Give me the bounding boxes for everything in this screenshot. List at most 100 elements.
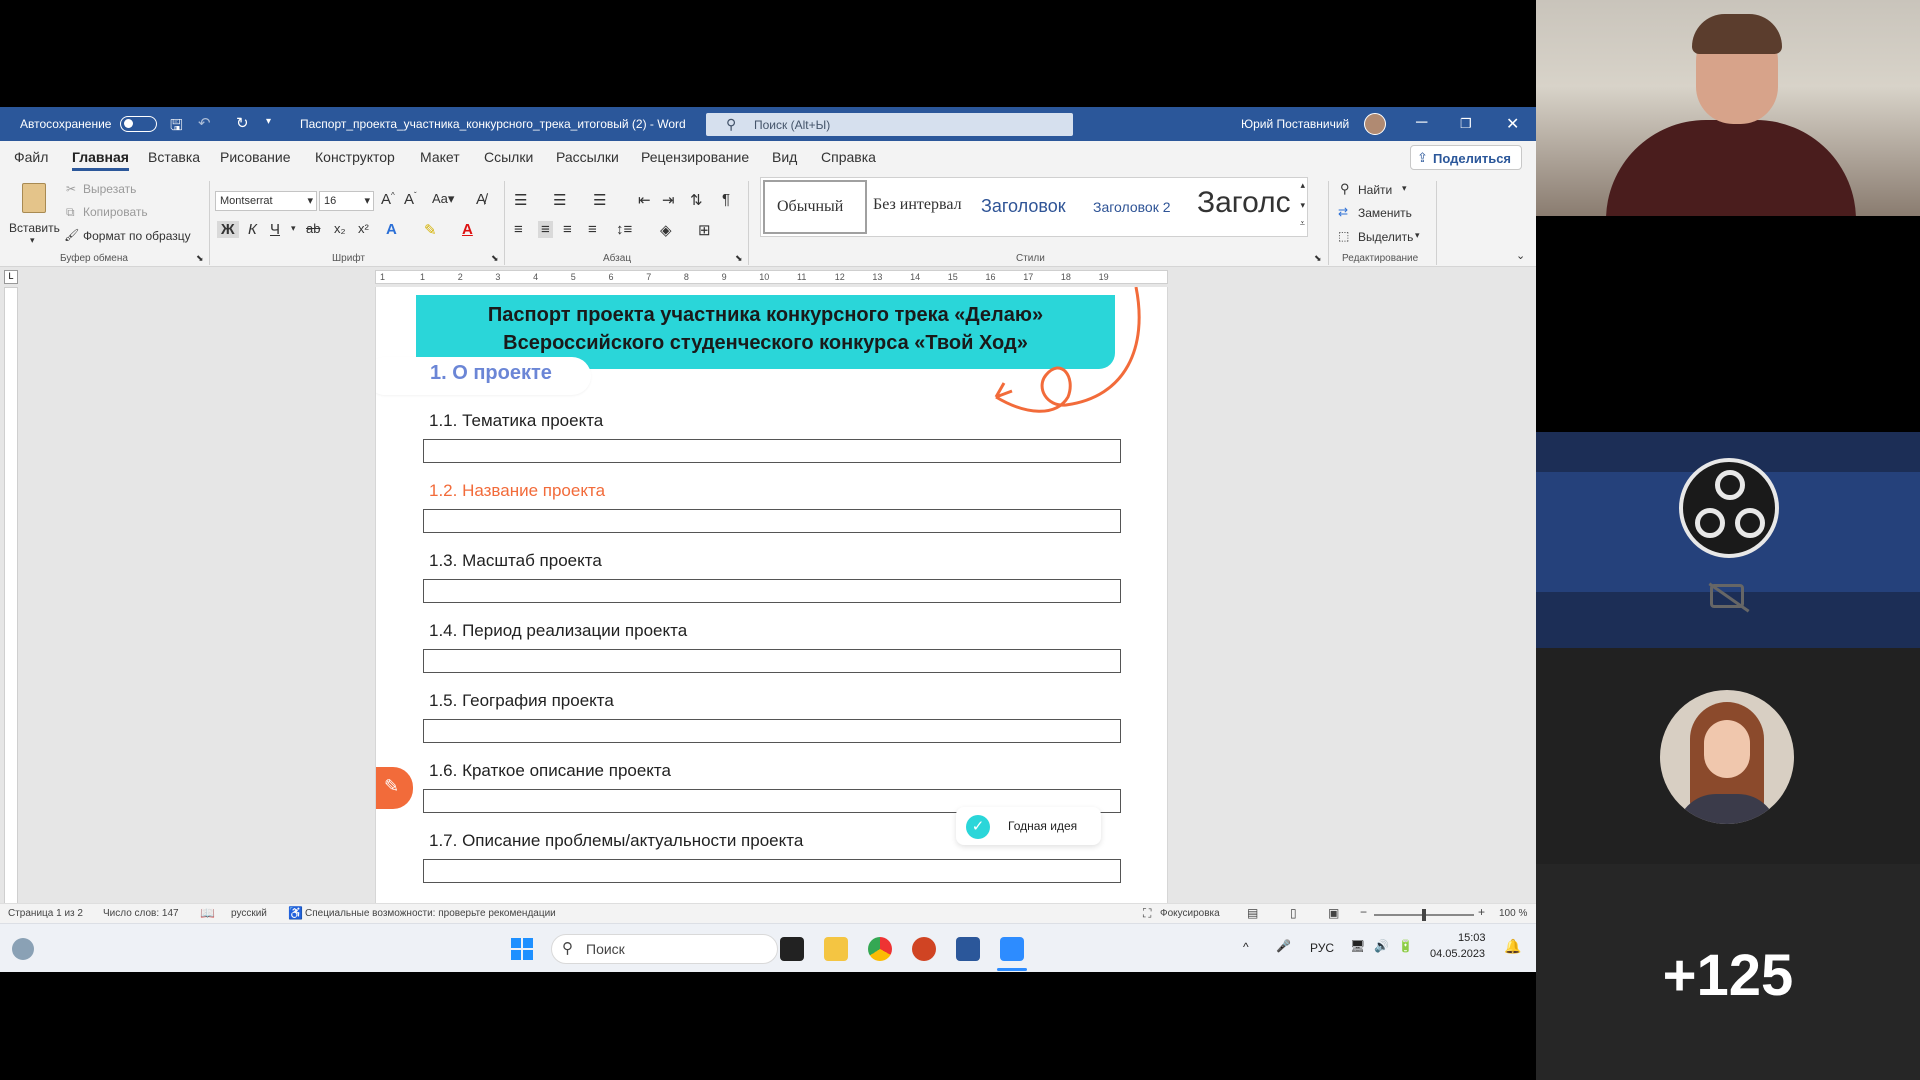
page-count[interactable]: Страница 1 из 2 [8, 908, 83, 919]
print-layout-icon[interactable]: ▯ [1290, 906, 1297, 920]
windows-start-icon[interactable] [511, 938, 533, 960]
focus-mode[interactable]: Фокусировка [1160, 908, 1220, 919]
style-no-spacing[interactable]: Без интервал [873, 196, 969, 214]
chevron-down-icon[interactable]: ▾ [291, 223, 296, 234]
dialog-launcher-icon[interactable]: ⬊ [1314, 253, 1322, 264]
find-icon[interactable]: ⚲ [1340, 181, 1350, 197]
redo-icon[interactable]: ↻ [236, 114, 249, 132]
collapse-ribbon-icon[interactable]: ⌄ [1516, 249, 1525, 262]
change-case-icon[interactable]: Aa▾ [432, 191, 454, 207]
decrease-indent-icon[interactable]: ⇤ [638, 191, 651, 209]
multilevel-list-icon[interactable]: ☰ [593, 191, 606, 209]
zoom-out-icon[interactable]: − [1360, 905, 1367, 919]
superscript-icon[interactable]: x² [358, 221, 369, 236]
share-button[interactable]: ⇪ Поделиться [1410, 145, 1522, 170]
shrink-font-icon[interactable]: Aˇ [404, 191, 417, 208]
vertical-ruler[interactable] [4, 287, 18, 912]
style-heading-1[interactable]: Заголовок [981, 196, 1066, 217]
item-theme-field[interactable] [423, 439, 1121, 463]
focus-icon[interactable]: ⛶ [1143, 906, 1151, 921]
paste-button[interactable]: Вставить ▾ [9, 179, 60, 249]
undo-icon[interactable]: ↶ [198, 114, 211, 132]
edit-marker[interactable]: ✎ [376, 767, 413, 809]
tray-chevron-icon[interactable]: ^ [1243, 940, 1249, 954]
bold-icon[interactable]: Ж [217, 221, 239, 238]
item-problem-field[interactable] [423, 859, 1121, 883]
style-title[interactable]: Заголс [1197, 186, 1293, 220]
bullets-icon[interactable]: ☰ [514, 191, 527, 209]
accessibility-status[interactable]: Специальные возможности: проверьте реком… [305, 908, 556, 919]
align-right-icon[interactable]: ≡ [563, 221, 572, 238]
clear-formatting-icon[interactable]: A̸ [476, 191, 486, 208]
file-explorer-icon[interactable] [824, 937, 848, 961]
strikethrough-icon[interactable]: ab [306, 221, 320, 236]
powerpoint-icon[interactable] [912, 937, 936, 961]
dialog-launcher-icon[interactable]: ⬊ [491, 253, 499, 264]
item-name-field[interactable] [423, 509, 1121, 533]
increase-indent-icon[interactable]: ⇥ [662, 191, 675, 209]
shading-icon[interactable]: ◈ [660, 221, 672, 239]
zoom-slider[interactable] [1374, 909, 1474, 921]
numbering-icon[interactable]: ☰ [553, 191, 566, 209]
line-spacing-icon[interactable]: ↕≡ [616, 221, 632, 238]
minimize-icon[interactable]: ─ [1416, 114, 1427, 132]
zoom-in-icon[interactable]: + [1478, 905, 1485, 919]
zoom-app-icon[interactable] [1000, 937, 1024, 961]
tab-review[interactable]: Рецензирование [641, 149, 749, 165]
cut-icon[interactable]: ✂ [66, 182, 76, 196]
tab-mailings[interactable]: Рассылки [556, 149, 619, 165]
participant-tile-female[interactable] [1536, 648, 1920, 864]
search-box[interactable]: ⚲ Поиск (Alt+Ы) [706, 113, 1073, 136]
tab-references[interactable]: Ссылки [484, 149, 533, 165]
microphone-icon[interactable]: 🎤 [1276, 939, 1291, 953]
grow-font-icon[interactable]: A^ [381, 191, 395, 208]
input-language[interactable]: РУС [1310, 941, 1334, 955]
horizontal-ruler[interactable]: 1 1 2 3 4 5 6 7 8 9 10 11 12 13 14 15 16 17 18 19 [375, 270, 1168, 284]
weather-icon[interactable] [12, 938, 34, 960]
tab-view[interactable]: Вид [772, 149, 797, 165]
pilcrow-icon[interactable]: ¶ [722, 191, 730, 208]
tab-design[interactable]: Конструктор [315, 149, 395, 165]
copy-button[interactable]: Копировать [83, 205, 148, 219]
italic-icon[interactable]: К [248, 221, 257, 238]
tab-insert[interactable]: Вставка [148, 149, 200, 165]
format-painter-button[interactable]: Формат по образцу [83, 229, 191, 243]
tab-layout[interactable]: Макет [420, 149, 460, 165]
style-heading-2[interactable]: Заголовок 2 [1093, 199, 1171, 215]
network-icon[interactable]: 🖥 [1350, 939, 1365, 953]
find-button[interactable]: Найти [1358, 183, 1392, 197]
font-size-select[interactable]: 16 ▾ [319, 191, 374, 211]
tab-draw[interactable]: Рисование [220, 149, 291, 165]
text-effects-icon[interactable]: A [386, 221, 397, 238]
word-count[interactable]: Число слов: 147 [103, 908, 179, 919]
document-page[interactable]: Паспорт проекта участника конкурсного тр… [375, 287, 1168, 927]
participant-tile-obs[interactable] [1536, 432, 1920, 648]
scroll-down-icon[interactable]: ▾ [1300, 200, 1305, 211]
justify-icon[interactable]: ≡ [588, 221, 597, 238]
volume-icon[interactable]: 🔊 [1374, 939, 1389, 953]
participant-video-male[interactable] [1536, 0, 1920, 216]
save-icon[interactable]: 🖫 [170, 115, 183, 140]
clock-date[interactable]: 04.05.2023 [1430, 948, 1485, 960]
sort-icon[interactable]: ⇅ [690, 191, 703, 209]
format-painter-icon[interactable]: 🖌 [64, 228, 79, 242]
taskbar-search[interactable]: ⚲ Поиск [551, 934, 778, 964]
web-layout-icon[interactable]: ▣ [1328, 906, 1339, 920]
replace-icon[interactable]: ⇄ [1338, 205, 1348, 219]
tab-help[interactable]: Справка [821, 149, 876, 165]
more-participants-tile[interactable]: +125 [1536, 864, 1920, 1080]
highlight-icon[interactable]: ✎ [424, 221, 437, 239]
accessibility-icon[interactable]: ♿ [288, 906, 303, 920]
notifications-icon[interactable]: 🔔 [1504, 938, 1521, 955]
chevron-down-icon[interactable]: ▾ [1402, 183, 1407, 194]
gallery-more-icon[interactable]: ⩡ [1300, 218, 1305, 229]
zoom-slider-thumb[interactable] [1422, 909, 1426, 921]
clock-time[interactable]: 15:03 [1458, 932, 1486, 944]
dialog-launcher-icon[interactable]: ⬊ [735, 253, 743, 264]
underline-icon[interactable]: Ч [270, 221, 280, 238]
read-mode-icon[interactable]: ▤ [1247, 906, 1258, 920]
tab-file[interactable]: Файл [14, 149, 48, 165]
align-center-icon[interactable]: ≡ [538, 221, 553, 238]
battery-icon[interactable]: 🔋 [1398, 939, 1413, 953]
style-normal[interactable]: Обычный [763, 180, 867, 234]
